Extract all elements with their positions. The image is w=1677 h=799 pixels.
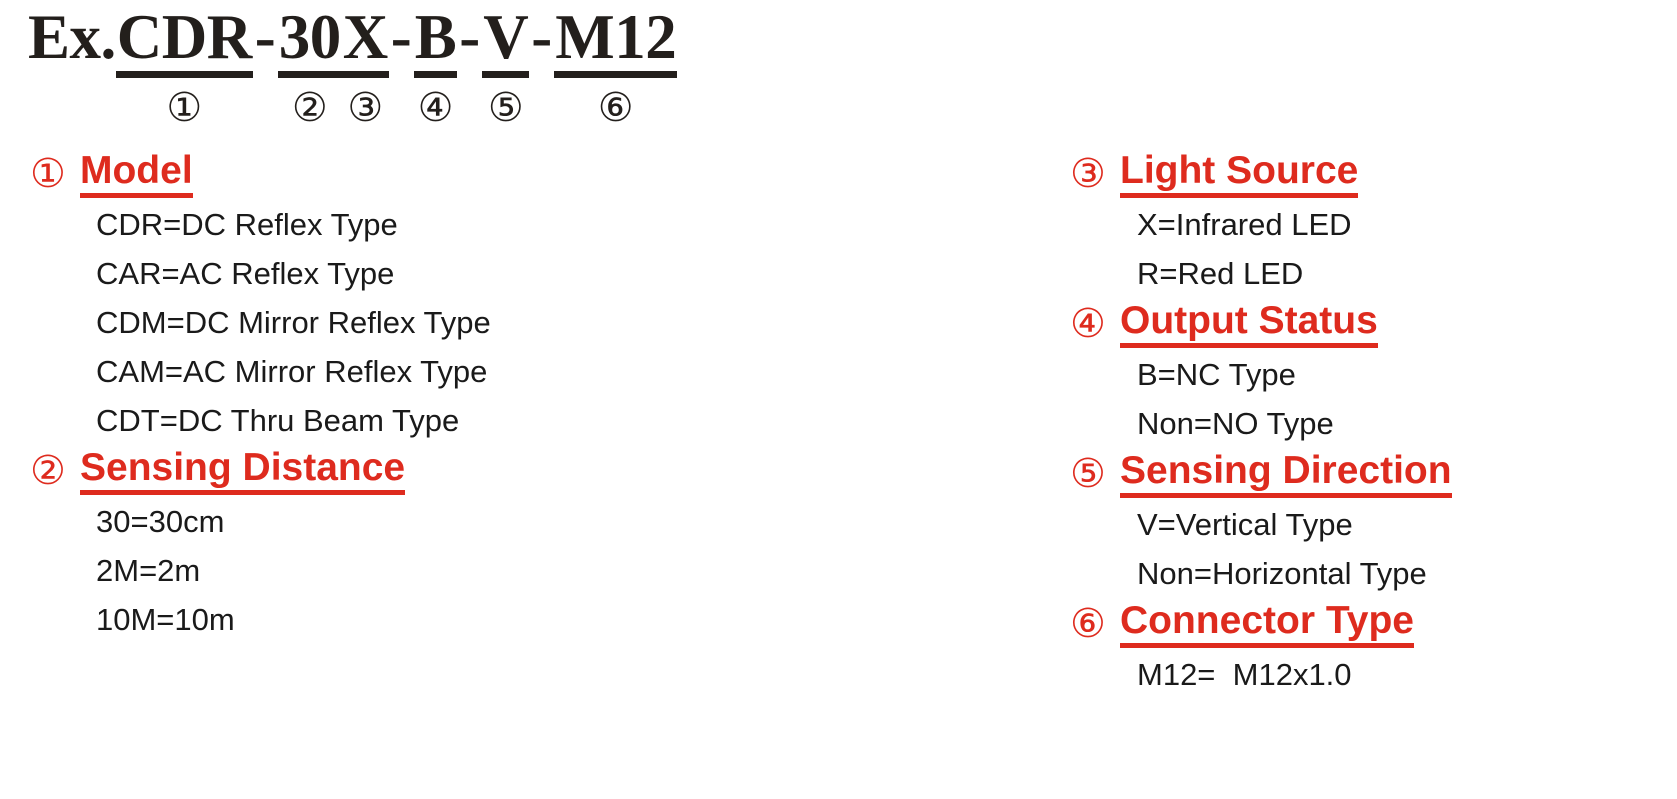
section-index: ①: [30, 151, 66, 196]
code-segment-5: V⑤: [482, 2, 530, 131]
code-segment-3: X③: [341, 2, 389, 131]
section-index: ⑤: [1070, 451, 1106, 496]
section-title: Sensing Distance: [80, 447, 406, 495]
code-segment-group: CDR ① -30 ② X ③ - B ④ - V ⑤ - M12 ⑥: [115, 2, 678, 131]
section-title: Output Status: [1120, 300, 1378, 348]
section-header: ⑤ Sensing Direction: [1070, 448, 1670, 500]
code-segment-index: ④: [417, 85, 454, 130]
option-item: B=NC Type: [1137, 357, 1296, 392]
option-item: CDR=DC Reflex Type: [96, 207, 398, 242]
section-title: Connector Type: [1120, 600, 1414, 648]
option-list: B=NC Type Non=NO Type: [1070, 350, 1670, 448]
option-item: 2M=2m: [96, 553, 201, 588]
section-header: ② Sensing Distance: [30, 445, 670, 497]
code-segment-underline: [413, 71, 458, 78]
code-prefix: Ex.: [28, 2, 116, 72]
section-header: ⑥ Connector Type: [1070, 598, 1670, 650]
spec-section: ③ Light Source X=Infrared LED R=Red LED: [1070, 148, 1670, 298]
right-column: ③ Light Source X=Infrared LED R=Red LED ④ Out…: [1070, 148, 1670, 699]
code-segment-index: ⑥: [597, 85, 634, 130]
section-index: ⑥: [1070, 601, 1106, 646]
section-title: Model: [80, 150, 193, 198]
code-separator: -: [531, 2, 553, 72]
section-index: ④: [1070, 301, 1106, 346]
section-header: ③ Light Source: [1070, 148, 1670, 200]
left-column: ① Model CDR=DC Reflex Type CAR=AC Reflex Ty…: [30, 148, 670, 644]
code-segment-text: M12: [555, 2, 677, 72]
code-segment-underline: [482, 71, 530, 78]
section-index: ②: [30, 448, 66, 493]
option-item: 10M=10m: [96, 602, 235, 637]
code-segment-underline: [341, 71, 389, 78]
spec-section: ② Sensing Distance 30=30cm 2M=2m 10M=10m: [30, 445, 670, 644]
code-segment-text: 30: [278, 2, 342, 72]
code-segment-index: ②: [291, 85, 328, 130]
option-list: X=Infrared LED R=Red LED: [1070, 200, 1670, 298]
section-header: ④ Output Status: [1070, 298, 1670, 350]
spec-section: ⑥ Connector Type M12= M12x1.0: [1070, 598, 1670, 699]
option-item: V=Vertical Type: [1137, 507, 1353, 542]
option-item: Non=NO Type: [1137, 406, 1334, 441]
spec-section: ④ Output Status B=NC Type Non=NO Type: [1070, 298, 1670, 448]
option-list: M12= M12x1.0: [1070, 650, 1670, 699]
option-item: CAR=AC Reflex Type: [96, 256, 395, 291]
code-segment-index: ①: [166, 85, 203, 130]
option-list: CDR=DC Reflex Type CAR=AC Reflex Type CDM=…: [30, 200, 670, 445]
option-item: M12= M12x1.0: [1137, 657, 1352, 692]
option-item: X=Infrared LED: [1137, 207, 1352, 242]
option-list: 30=30cm 2M=2m 10M=10m: [30, 497, 670, 644]
option-list: V=Vertical Type Non=Horizontal Type: [1070, 500, 1670, 598]
code-segment-2: 30 ②: [277, 2, 342, 131]
section-title: Sensing Direction: [1120, 450, 1452, 498]
model-code-breakdown: Ex. CDR ① -30 ② X ③ - B ④ - V ⑤ - M12 ⑥: [28, 2, 678, 131]
section-header: ① Model: [30, 148, 670, 200]
code-segment-1: CDR ①: [115, 2, 253, 131]
code-separator: -: [390, 2, 412, 72]
code-segment-4: B④: [413, 2, 458, 131]
code-separator: -: [459, 2, 481, 72]
spec-section: ① Model CDR=DC Reflex Type CAR=AC Reflex Ty…: [30, 148, 670, 445]
option-item: CDM=DC Mirror Reflex Type: [96, 305, 491, 340]
option-item: Non=Horizontal Type: [1137, 556, 1427, 591]
option-item: CAM=AC Mirror Reflex Type: [96, 354, 488, 389]
code-segment-text: X: [342, 2, 389, 72]
code-segment-text: CDR: [116, 2, 253, 72]
section-index: ③: [1070, 151, 1106, 196]
code-segment-text: B: [414, 2, 457, 72]
option-item: CDT=DC Thru Beam Type: [96, 403, 460, 438]
spec-section: ⑤ Sensing Direction V=Vertical Type Non=Hor…: [1070, 448, 1670, 598]
code-segment-underline: [554, 71, 678, 78]
code-segment-index: ③: [347, 85, 384, 130]
code-segment-underline: [115, 71, 253, 78]
code-segment-underline: [277, 71, 342, 78]
code-segment-6: M12 ⑥: [554, 2, 678, 131]
option-item: R=Red LED: [1137, 256, 1304, 291]
option-item: 30=30cm: [96, 504, 225, 539]
code-segment-index: ⑤: [487, 85, 524, 130]
code-segment-text: V: [483, 2, 529, 72]
section-title: Light Source: [1120, 150, 1359, 198]
code-separator: -: [254, 2, 276, 72]
